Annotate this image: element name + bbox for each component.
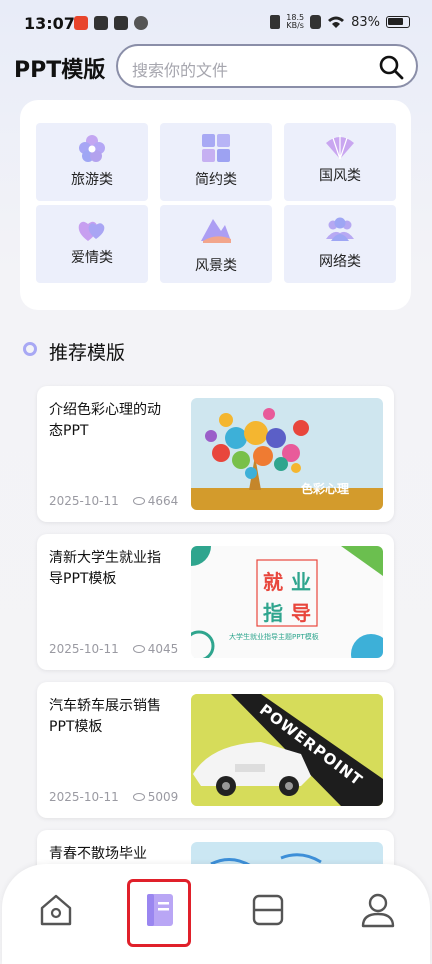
category-love[interactable]: 爱情类 — [36, 205, 148, 283]
section-dot-icon — [23, 342, 37, 356]
bottom-nav — [2, 864, 430, 964]
card-thumbnail: 就 业 指 导 大学生就业指导主题PPT模板 — [191, 546, 383, 658]
grid-icon — [202, 134, 230, 162]
template-card[interactable]: 清新大学生就业指导PPT模板 2025-10-11 4045 就 业 指 导 大… — [37, 534, 394, 670]
thumbnail-big-text: 就 业 指 导 — [263, 570, 311, 625]
fan-icon — [326, 135, 354, 160]
category-simple[interactable]: 简约类 — [160, 123, 272, 201]
category-panel: 旅游类 简约类 国风类 爱情类 风景类 网络类 — [20, 100, 411, 310]
eye-icon — [132, 497, 145, 505]
category-label: 旅游类 — [71, 172, 113, 188]
battery-percent: 83% — [351, 14, 380, 30]
search-placeholder: 搜索你的文件 — [132, 61, 229, 80]
category-label: 风景类 — [195, 258, 237, 274]
status-time: 13:07 — [24, 14, 75, 33]
category-chinese-style[interactable]: 国风类 — [284, 123, 396, 201]
category-label: 网络类 — [319, 254, 361, 270]
card-views: 4664 — [147, 494, 179, 508]
card-meta: 2025-10-11 5009 — [49, 790, 178, 804]
page-title: PPT模版 — [14, 58, 106, 83]
net-speed: 18.5 KB/s — [286, 13, 305, 30]
category-label: 爱情类 — [71, 250, 113, 266]
card-views: 4045 — [147, 642, 179, 656]
template-card[interactable]: 汽车轿车展示销售PPT模板 2025-10-11 5009 POWERPOINT — [37, 682, 394, 818]
flower-icon — [79, 135, 105, 162]
card-views: 5009 — [147, 790, 179, 804]
section-title: 推荐模版 — [49, 342, 126, 364]
notification-icons — [74, 16, 148, 30]
card-date: 2025-10-11 — [49, 494, 119, 508]
card-meta: 2025-10-11 4664 — [49, 494, 178, 508]
search-icon[interactable] — [378, 54, 404, 80]
eye-icon — [132, 645, 145, 653]
card-thumbnail: 色彩心理 — [191, 398, 383, 510]
mountain-icon — [201, 219, 231, 243]
sim-icon — [310, 15, 322, 29]
scan-icon[interactable] — [248, 890, 288, 930]
card-date: 2025-10-11 — [49, 642, 119, 656]
wifi-icon — [328, 16, 345, 28]
category-travel[interactable]: 旅游类 — [36, 123, 148, 201]
battery-icon — [386, 16, 410, 28]
card-title: 汽车轿车展示销售PPT模板 — [49, 698, 161, 735]
card-title: 青春不散场毕业 — [49, 846, 147, 862]
card-date: 2025-10-11 — [49, 790, 119, 804]
card-thumbnail: POWERPOINT — [191, 694, 383, 806]
status-bar: 13:07 18.5 KB/s 83% — [0, 0, 432, 46]
app-notification-icon — [74, 16, 88, 30]
category-landscape[interactable]: 风景类 — [160, 205, 272, 283]
leaf-icon — [134, 16, 148, 30]
search-input[interactable]: 搜索你的文件 — [116, 44, 418, 88]
store-icon — [114, 16, 128, 30]
home-icon[interactable] — [36, 890, 76, 930]
people-icon — [326, 217, 354, 241]
highlight-box — [127, 879, 191, 947]
eye-icon — [132, 793, 145, 801]
category-label: 简约类 — [195, 172, 237, 188]
thumbnail-text: 色彩心理 — [301, 482, 350, 496]
crown-icon — [94, 16, 108, 30]
card-title: 介绍色彩心理的动态PPT — [49, 402, 161, 439]
vibrate-icon — [270, 15, 281, 29]
card-meta: 2025-10-11 4045 — [49, 642, 178, 656]
category-network[interactable]: 网络类 — [284, 205, 396, 283]
template-card[interactable]: 介绍色彩心理的动态PPT 2025-10-11 4664 色彩心理 — [37, 386, 394, 522]
profile-icon[interactable] — [358, 890, 398, 930]
card-title: 清新大学生就业指导PPT模板 — [49, 550, 161, 587]
hearts-icon — [78, 221, 105, 241]
color-tree-illustration — [191, 408, 383, 510]
status-right: 18.5 KB/s 83% — [270, 14, 410, 30]
category-label: 国风类 — [319, 168, 361, 184]
thumbnail-caption: 大学生就业指导主题PPT模板 — [229, 633, 319, 641]
